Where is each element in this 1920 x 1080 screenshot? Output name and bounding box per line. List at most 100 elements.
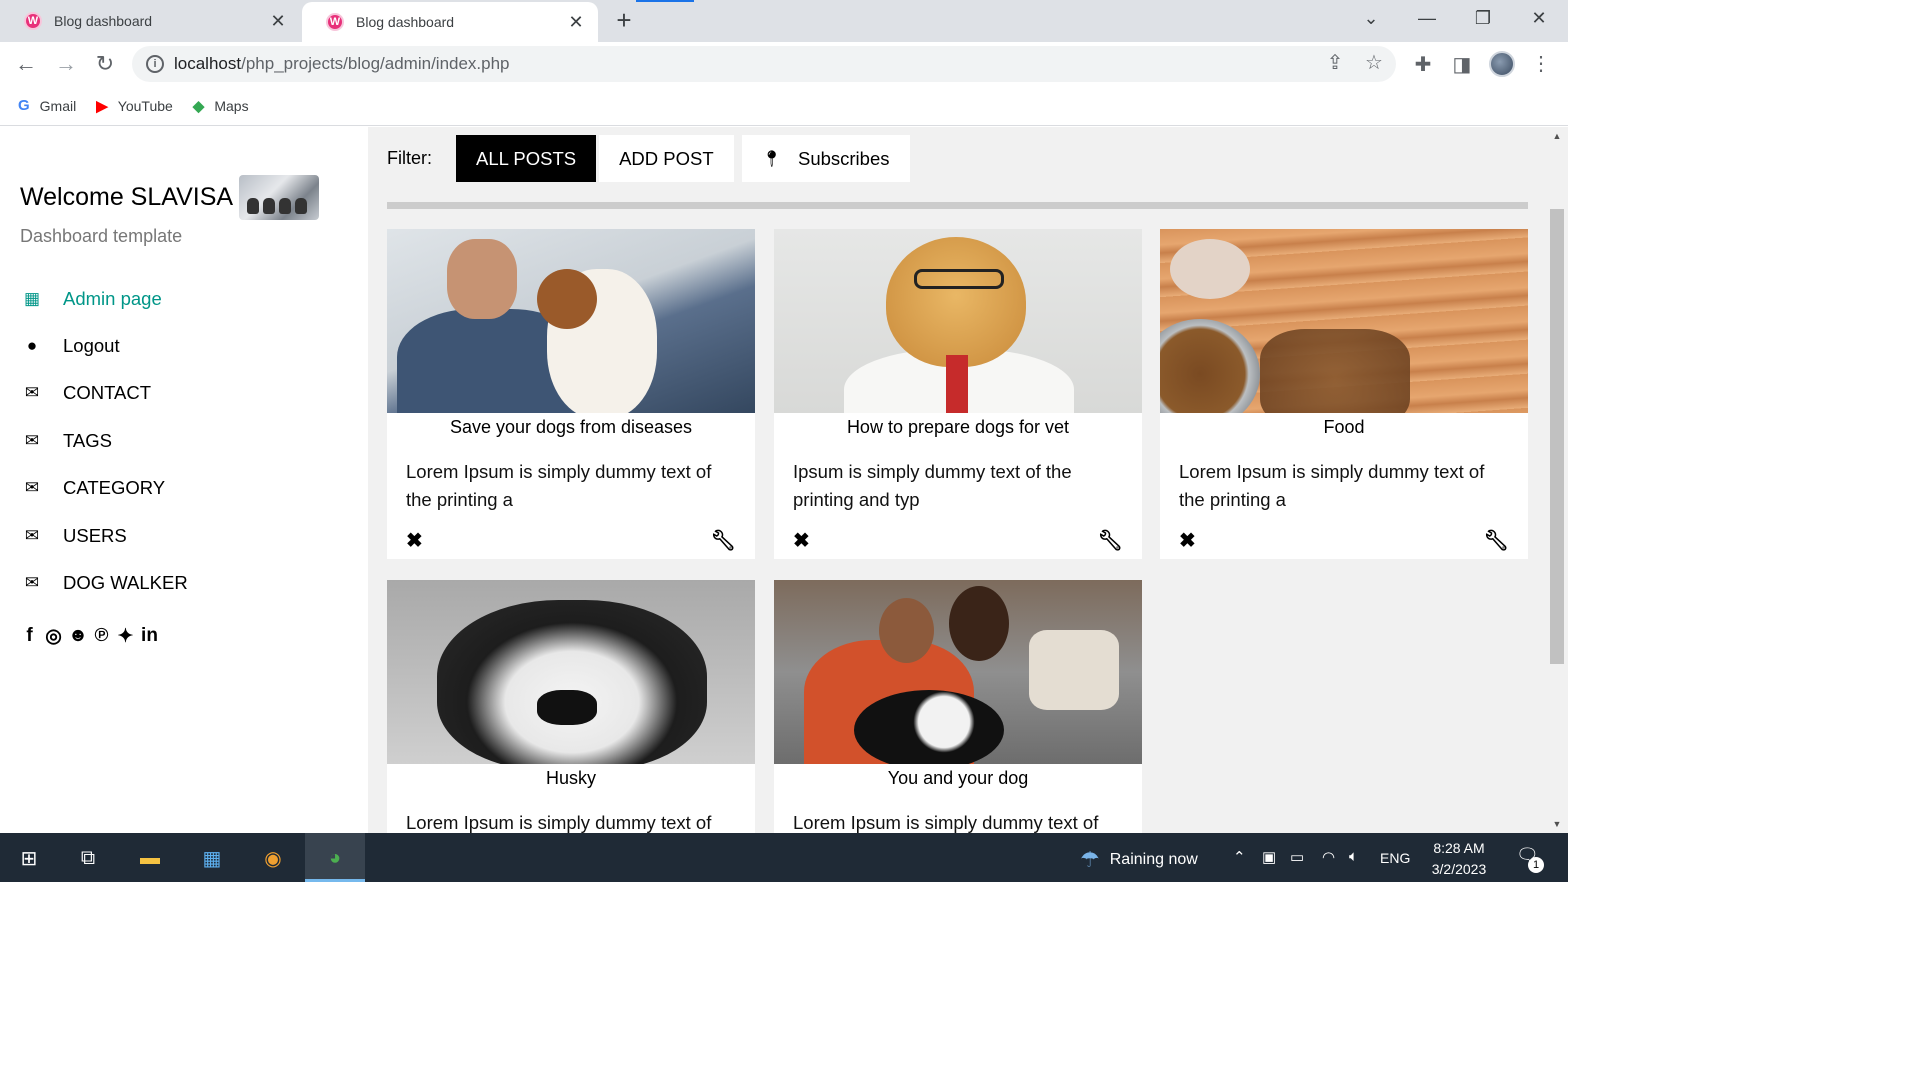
tab-search-chevron-icon[interactable]: ⌄: [1356, 8, 1386, 29]
url-path: /php_projects/blog/admin/index.php: [241, 54, 510, 73]
linkedin-icon[interactable]: in: [140, 625, 159, 648]
dashboard-subtitle: Dashboard template: [20, 226, 183, 246]
extensions-icon[interactable]: ✚: [1410, 52, 1436, 77]
post-description: Lorem Ipsum is simply dummy text of the …: [1179, 461, 1485, 510]
twitter-icon[interactable]: ✦: [116, 625, 135, 648]
maps-icon: ◆: [192, 97, 205, 115]
facebook-icon[interactable]: f: [20, 625, 39, 648]
side-panel-icon[interactable]: ◨: [1449, 52, 1475, 77]
meet-now-icon[interactable]: ▣: [1262, 848, 1276, 866]
filter-button-label: Subscribes: [797, 147, 890, 169]
filter-subscribes-button[interactable]: 📍︎ Subscribes: [741, 135, 910, 182]
sidebar-item-tags[interactable]: ✉ TAGS: [22, 417, 188, 464]
sidebar-item-label: Admin page: [63, 287, 162, 309]
filter-label: Filter:: [387, 148, 432, 168]
main-content: Filter: ALL POSTS ADD POST 📍︎ Subscribes…: [368, 127, 1546, 833]
bookmark-label: Gmail: [39, 97, 77, 114]
notifications-icon[interactable]: 🗨︎ 1: [1516, 845, 1544, 873]
post-image-husky: [387, 580, 755, 764]
post-title: Food: [1323, 417, 1365, 437]
post-card: How to prepare dogs for vet Ipsum is sim…: [774, 229, 1142, 559]
address-bar[interactable]: i localhost/php_projects/blog/admin/inde…: [132, 46, 1396, 82]
wrench-icon[interactable]: 🔧︎: [1484, 528, 1509, 553]
close-tab-icon[interactable]: ✕: [268, 11, 288, 32]
browser-tab-2[interactable]: W Blog dashboard ✕: [302, 2, 598, 42]
close-window-button[interactable]: ✕: [1524, 8, 1554, 29]
file-explorer-icon[interactable]: ▬: [134, 842, 166, 874]
weather-text: Raining now: [1109, 851, 1198, 868]
minimize-button[interactable]: —: [1412, 8, 1442, 29]
welcome-header: Welcome SLAVISA: [20, 175, 320, 220]
post-image-dog-doctor: [774, 229, 1142, 413]
sidebar-item-dog-walker[interactable]: ✉ DOG WALKER: [22, 559, 188, 606]
social-links: f ◎ ☻ ℗ ✦ in: [20, 625, 164, 648]
scroll-up-arrow-icon[interactable]: ▲: [1546, 131, 1568, 141]
envelope-icon: ✉: [24, 478, 40, 498]
sidebar-item-logout[interactable]: ● Logout: [22, 322, 188, 369]
envelope-icon: ✉: [24, 573, 40, 593]
battery-icon[interactable]: ▭: [1290, 848, 1304, 866]
post-card: Husky Lorem Ipsum is simply dummy text o…: [387, 580, 755, 833]
browser-tab-1[interactable]: W Blog dashboard ✕: [0, 0, 300, 42]
sidebar-item-label: USERS: [63, 524, 127, 546]
post-card: You and your dog Lorem Ipsum is simply d…: [774, 580, 1142, 833]
chrome-icon[interactable]: ◕: [319, 842, 351, 874]
bookmark-gmail[interactable]: G Gmail: [18, 97, 76, 114]
filter-add-post-button[interactable]: ADD POST: [599, 135, 734, 182]
close-tab-icon[interactable]: ✕: [566, 12, 586, 33]
microsoft-store-icon[interactable]: ▦: [196, 842, 228, 874]
map-pin-icon: 📍︎: [761, 150, 782, 168]
weather-widget[interactable]: ☂ Raining now: [1080, 847, 1198, 873]
wifi-icon[interactable]: ◠: [1322, 848, 1335, 866]
new-tab-button[interactable]: +: [610, 6, 638, 34]
post-description: Lorem Ipsum is simply dummy text of the …: [406, 461, 712, 510]
bookmark-maps[interactable]: ◆ Maps: [193, 97, 249, 115]
profile-avatar[interactable]: [1489, 51, 1515, 77]
reload-button[interactable]: ↻: [91, 50, 119, 78]
delete-icon[interactable]: ✖: [1179, 528, 1196, 553]
instagram-icon[interactable]: ◎: [44, 625, 63, 648]
back-button[interactable]: ←: [12, 50, 40, 78]
delete-icon[interactable]: ✖: [793, 528, 810, 553]
post-title: How to prepare dogs for vet: [846, 417, 1070, 437]
blog-favicon-icon: W: [24, 12, 42, 30]
pinterest-icon[interactable]: ℗: [92, 625, 111, 648]
sidebar-item-label: CATEGORY: [63, 477, 166, 499]
volume-icon[interactable]: 🔈︎: [1349, 848, 1358, 865]
share-icon[interactable]: ⇪: [1322, 50, 1348, 75]
sidebar-item-label: Logout: [63, 335, 120, 357]
wrench-icon[interactable]: 🔧︎: [711, 528, 736, 553]
loading-indicator: [636, 0, 694, 2]
more-menu-icon[interactable]: ⋮: [1528, 51, 1554, 76]
input-language[interactable]: ENG: [1380, 850, 1410, 866]
clock-time: 8:28 AM: [1433, 840, 1485, 856]
bookmark-youtube[interactable]: ▶ YouTube: [96, 97, 173, 115]
vpn-shield-icon[interactable]: ◉: [257, 842, 289, 874]
forward-button[interactable]: →: [52, 50, 80, 78]
page-scrollbar[interactable]: ▲ ▼: [1546, 127, 1568, 833]
scroll-down-arrow-icon[interactable]: ▼: [1546, 819, 1568, 829]
delete-icon[interactable]: ✖: [406, 528, 423, 553]
show-hidden-icons-chevron-icon[interactable]: ⌃: [1233, 848, 1246, 866]
bookmarks-bar: G Gmail ▶ YouTube ◆ Maps: [0, 86, 1568, 126]
restore-button[interactable]: ❐: [1468, 8, 1498, 29]
post-description: Ipsum is simply dummy text of the printi…: [793, 461, 1072, 510]
site-info-icon[interactable]: i: [146, 55, 164, 73]
sidebar-item-users[interactable]: ✉ USERS: [22, 512, 188, 559]
wrench-icon[interactable]: 🔧︎: [1098, 528, 1123, 553]
windows-start-icon[interactable]: ⊞: [13, 842, 45, 874]
post-image-vet-with-dog: [387, 229, 755, 413]
scrollbar-thumb[interactable]: [1550, 209, 1564, 664]
post-card: Save your dogs from diseases Lorem Ipsum…: [387, 229, 755, 559]
post-image-dog-food: [1160, 229, 1528, 413]
bookmark-star-icon[interactable]: ☆: [1361, 50, 1387, 75]
envelope-icon: ✉: [24, 525, 40, 545]
task-view-icon[interactable]: ⧉: [72, 842, 104, 874]
sidebar-item-contact[interactable]: ✉ CONTACT: [22, 370, 188, 417]
snapchat-icon[interactable]: ☻: [68, 625, 88, 648]
sidebar-item-category[interactable]: ✉ CATEGORY: [22, 465, 188, 512]
filter-button-label: ADD POST: [619, 147, 714, 169]
system-clock[interactable]: 8:28 AM 3/2/2023: [1420, 838, 1498, 880]
filter-all-posts-button[interactable]: ALL POSTS: [456, 135, 597, 182]
sidebar-item-admin-page[interactable]: ▦ Admin page: [22, 275, 188, 322]
